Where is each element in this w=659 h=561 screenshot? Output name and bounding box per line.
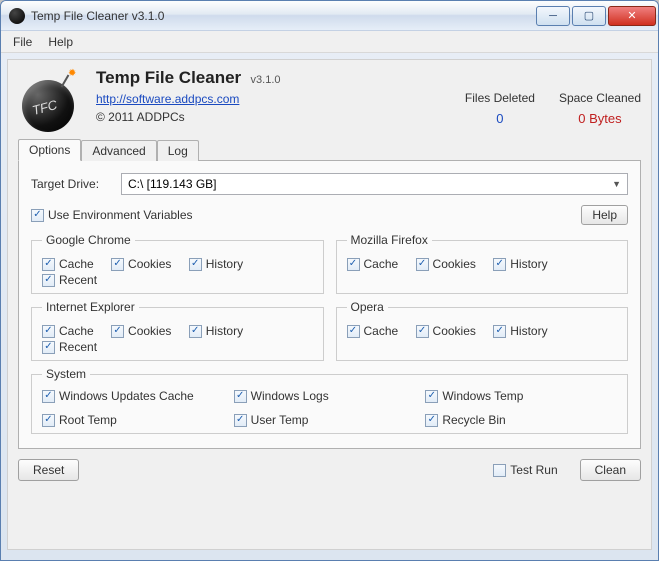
opera-cookies-checkbox[interactable]: ✓Cookies bbox=[416, 324, 476, 338]
group-chrome: Google Chrome ✓Cache ✓Cookies ✓History ✓… bbox=[31, 233, 324, 294]
help-button[interactable]: Help bbox=[581, 205, 628, 225]
client-area: TFC ✹ Temp File Cleaner v3.1.0 http://so… bbox=[7, 59, 652, 550]
menu-help[interactable]: Help bbox=[40, 33, 81, 51]
ie-history-checkbox[interactable]: ✓History bbox=[189, 324, 243, 338]
reset-button[interactable]: Reset bbox=[18, 459, 79, 481]
system-recycle-bin-checkbox[interactable]: ✓Recycle Bin bbox=[425, 413, 603, 427]
minimize-button[interactable]: ─ bbox=[536, 6, 570, 26]
chevron-down-icon: ▼ bbox=[612, 179, 621, 189]
firefox-cookies-checkbox[interactable]: ✓Cookies bbox=[416, 257, 476, 271]
space-cleaned-label: Space Cleaned bbox=[559, 91, 641, 105]
window-title: Temp File Cleaner v3.1.0 bbox=[31, 9, 536, 23]
app-name: Temp File Cleaner bbox=[96, 68, 241, 88]
titlebar: Temp File Cleaner v3.1.0 ─ ▢ ✕ bbox=[1, 1, 658, 31]
system-win-updates-cache-checkbox[interactable]: ✓Windows Updates Cache bbox=[42, 389, 220, 403]
header-info: Temp File Cleaner v3.1.0 http://software… bbox=[96, 68, 281, 124]
copyright: © 2011 ADDPCs bbox=[96, 110, 281, 124]
ie-cookies-checkbox[interactable]: ✓Cookies bbox=[111, 324, 171, 338]
system-win-temp-checkbox[interactable]: ✓Windows Temp bbox=[425, 389, 603, 403]
tabs: Options Advanced Log bbox=[18, 138, 641, 160]
app-window: Temp File Cleaner v3.1.0 ─ ▢ ✕ File Help… bbox=[0, 0, 659, 561]
app-icon bbox=[9, 8, 25, 24]
opera-history-checkbox[interactable]: ✓History bbox=[493, 324, 547, 338]
target-drive-select[interactable]: C:\ [119.143 GB] ▼ bbox=[121, 173, 628, 195]
system-user-temp-checkbox[interactable]: ✓User Temp bbox=[234, 413, 412, 427]
test-run-checkbox[interactable]: Test Run bbox=[493, 463, 557, 477]
group-system: System ✓Windows Updates Cache ✓Windows L… bbox=[31, 367, 628, 434]
system-win-logs-checkbox[interactable]: ✓Windows Logs bbox=[234, 389, 412, 403]
group-ie: Internet Explorer ✓Cache ✓Cookies ✓Histo… bbox=[31, 300, 324, 361]
bomb-icon: TFC ✹ bbox=[18, 68, 82, 132]
menubar: File Help bbox=[1, 31, 658, 53]
maximize-button[interactable]: ▢ bbox=[572, 6, 606, 26]
files-deleted-label: Files Deleted bbox=[465, 91, 535, 105]
stats: Files Deleted 0 Space Cleaned 0 Bytes bbox=[465, 91, 641, 132]
chrome-cache-checkbox[interactable]: ✓Cache bbox=[42, 257, 94, 271]
app-version: v3.1.0 bbox=[251, 74, 281, 86]
header: TFC ✹ Temp File Cleaner v3.1.0 http://so… bbox=[18, 68, 641, 132]
tab-log[interactable]: Log bbox=[157, 140, 199, 161]
target-drive-value: C:\ [119.143 GB] bbox=[128, 177, 217, 191]
group-opera: Opera ✓Cache ✓Cookies ✓History bbox=[336, 300, 629, 361]
opera-cache-checkbox[interactable]: ✓Cache bbox=[347, 324, 399, 338]
system-root-temp-checkbox[interactable]: ✓Root Temp bbox=[42, 413, 220, 427]
group-firefox: Mozilla Firefox ✓Cache ✓Cookies ✓History bbox=[336, 233, 629, 294]
clean-button[interactable]: Clean bbox=[580, 459, 641, 481]
tab-advanced[interactable]: Advanced bbox=[81, 140, 156, 161]
ie-recent-checkbox[interactable]: ✓Recent bbox=[42, 340, 97, 354]
ie-cache-checkbox[interactable]: ✓Cache bbox=[42, 324, 94, 338]
firefox-cache-checkbox[interactable]: ✓Cache bbox=[347, 257, 399, 271]
footer: Reset Test Run Clean bbox=[18, 459, 641, 481]
menu-file[interactable]: File bbox=[5, 33, 40, 51]
files-deleted-value: 0 bbox=[465, 111, 535, 126]
tab-options[interactable]: Options bbox=[18, 139, 81, 161]
tab-panel-options: Target Drive: C:\ [119.143 GB] ▼ ✓ Use E… bbox=[18, 160, 641, 449]
close-button[interactable]: ✕ bbox=[608, 6, 656, 26]
chrome-history-checkbox[interactable]: ✓History bbox=[189, 257, 243, 271]
website-link[interactable]: http://software.addpcs.com bbox=[96, 92, 281, 106]
space-cleaned-value: 0 Bytes bbox=[559, 111, 641, 126]
firefox-history-checkbox[interactable]: ✓History bbox=[493, 257, 547, 271]
chrome-recent-checkbox[interactable]: ✓Recent bbox=[42, 273, 97, 287]
target-drive-label: Target Drive: bbox=[31, 177, 121, 191]
use-env-vars-checkbox[interactable]: ✓ Use Environment Variables bbox=[31, 208, 193, 222]
chrome-cookies-checkbox[interactable]: ✓Cookies bbox=[111, 257, 171, 271]
